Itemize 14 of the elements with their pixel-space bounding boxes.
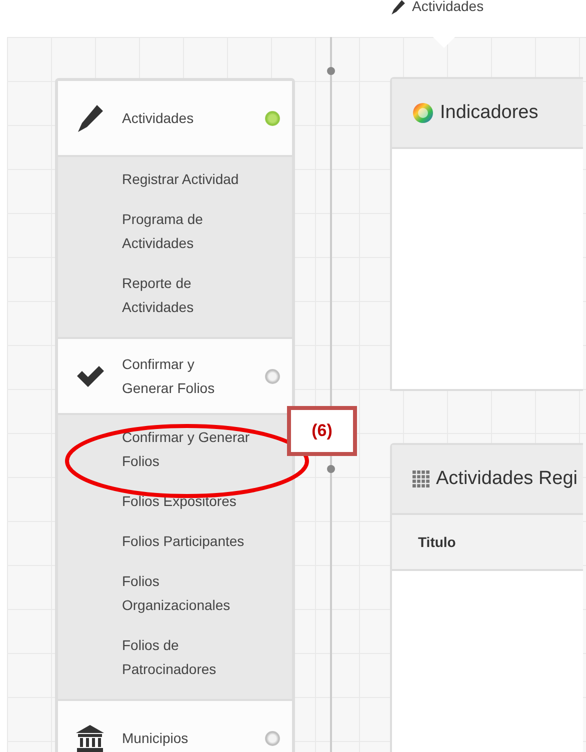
submenu-link[interactable]: Programa de Actividades bbox=[122, 203, 262, 267]
annotation-callout: (6) bbox=[287, 406, 357, 456]
panel-title: Actividades Regi bbox=[436, 466, 578, 491]
panel-title: Indicadores bbox=[440, 100, 538, 125]
submenu-link[interactable]: Folios Expositores bbox=[122, 485, 262, 525]
submenu-link[interactable]: Confirmar y Generar Folios bbox=[122, 421, 262, 485]
submenu-link[interactable]: Registrar Actividad bbox=[122, 163, 262, 203]
submenu-link[interactable]: Folios Participantes bbox=[122, 525, 262, 565]
breadcrumb-link[interactable]: Actividades bbox=[412, 0, 484, 17]
menu-section-header[interactable]: Actividades bbox=[58, 81, 292, 157]
submenu-link[interactable]: Folios de Patrocinadores bbox=[122, 629, 262, 693]
submenu-link[interactable]: Folios Organizacionales bbox=[122, 565, 262, 629]
submenu-link[interactable]: Reporte de Actividades bbox=[122, 267, 262, 331]
column-header: Titulo bbox=[418, 532, 456, 552]
